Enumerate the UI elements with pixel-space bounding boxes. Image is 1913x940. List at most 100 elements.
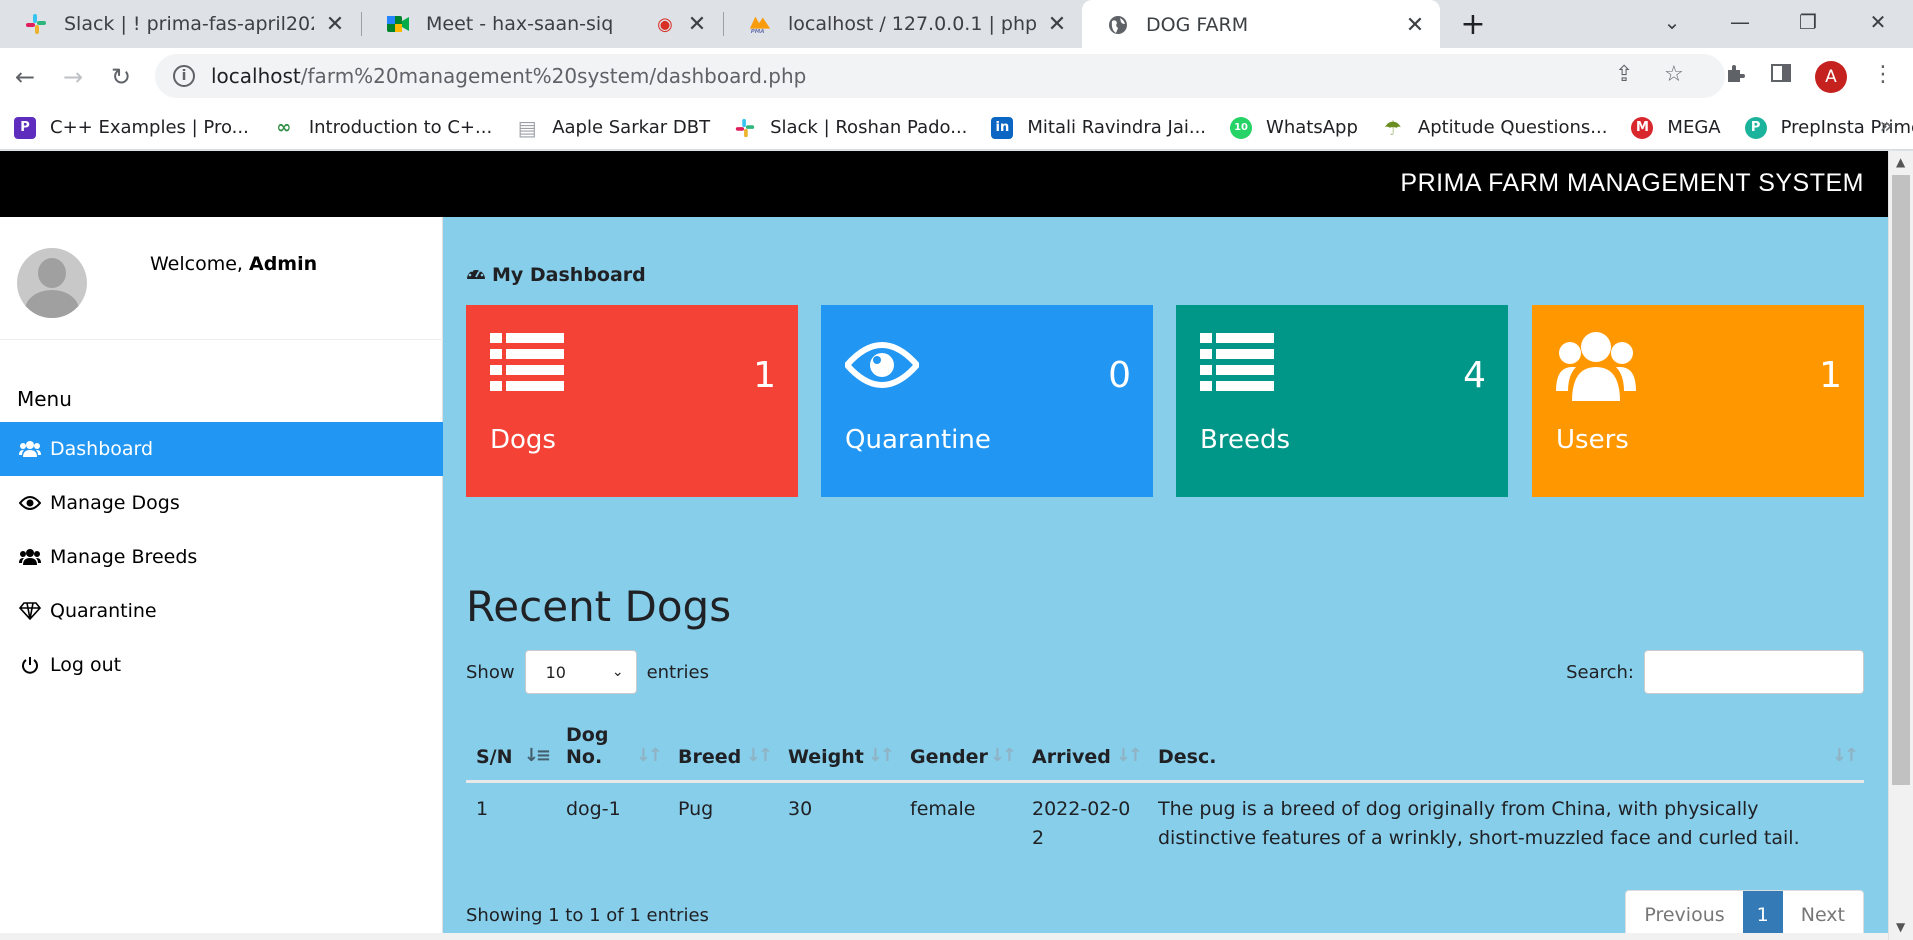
bookmark-item[interactable]: in Mitali Ravindra Jai...	[991, 116, 1206, 139]
vertical-scrollbar[interactable]: ▲ ▼	[1888, 151, 1913, 940]
close-window-button[interactable]: ✕	[1850, 0, 1906, 44]
cell-sn: 1	[476, 797, 489, 820]
table-search: Search:	[1566, 650, 1864, 694]
entries-select[interactable]: 10 ⌄	[524, 650, 637, 694]
sidebar-item-logout[interactable]: Log out	[0, 638, 443, 692]
back-icon[interactable]: ←	[6, 58, 44, 96]
extensions-icon[interactable]	[1724, 62, 1746, 90]
browser-tab-slack[interactable]: Slack | ! prima-fas-april2022 | Prim ✕	[0, 0, 360, 48]
previous-page-button[interactable]: Previous	[1626, 891, 1742, 939]
bookmark-item[interactable]: M MEGA	[1631, 116, 1721, 139]
column-header-arrived[interactable]: Arrived ↓↑	[1022, 707, 1148, 783]
scroll-down-icon[interactable]: ▼	[1896, 920, 1905, 934]
column-header-sn[interactable]: S/N ↓≡	[466, 707, 556, 783]
stat-card-quarantine[interactable]: 0 Quarantine	[821, 305, 1153, 497]
share-icon[interactable]: ⇪	[1615, 62, 1633, 87]
welcome-text: Welcome, Admin	[150, 253, 317, 275]
column-label: Dog No.	[566, 723, 609, 768]
entries-label: entries	[646, 661, 709, 683]
close-tab-icon[interactable]: ✕	[1404, 13, 1426, 38]
browser-tab-phpmyadmin[interactable]: PMA localhost / 127.0.0.1 | phpMyAdmin ✕	[724, 0, 1082, 48]
whatsapp-icon: 10	[1230, 116, 1253, 139]
bookmark-item[interactable]: ▤ Aaple Sarkar DBT	[516, 115, 710, 140]
sidebar-item-quarantine[interactable]: Quarantine	[0, 584, 443, 638]
reload-icon[interactable]: ↻	[102, 58, 140, 96]
tab-title: Slack | ! prima-fas-april2022 | Prim	[64, 13, 314, 35]
sidebar-item-dashboard[interactable]: Dashboard	[0, 422, 443, 476]
stat-card-breeds[interactable]: 4 Breeds	[1176, 305, 1508, 497]
scroll-up-icon[interactable]: ▲	[1896, 155, 1905, 169]
column-header-weight[interactable]: Weight ↓↑	[778, 707, 900, 783]
browser-tab-meet[interactable]: Meet - hax-saan-siq ◉ ✕	[362, 0, 722, 48]
next-page-button[interactable]: Next	[1783, 891, 1863, 939]
sidebar: Welcome, Admin Menu Dashboard Manage Dog…	[0, 217, 443, 940]
new-tab-button[interactable]: +	[1454, 7, 1492, 42]
address-bar[interactable]: i localhost/farm%20management%20system/d…	[155, 54, 1725, 98]
cell-dog-no: dog-1	[566, 797, 621, 820]
sidebar-item-manage-breeds[interactable]: Manage Breeds	[0, 530, 443, 584]
minimize-button[interactable]: —	[1712, 0, 1768, 44]
dashboard-title: My Dashboard	[492, 264, 646, 286]
recording-icon: ◉	[657, 13, 673, 35]
sidebar-item-manage-dogs[interactable]: Manage Dogs	[0, 476, 443, 530]
bookmark-item[interactable]: ∞ Introduction to C+...	[273, 117, 492, 139]
stat-card-dogs[interactable]: 1 Dogs	[466, 305, 798, 497]
forward-icon[interactable]: →	[54, 58, 92, 96]
document-icon: ▤	[517, 115, 537, 140]
sort-icon: ↓↑	[745, 744, 773, 766]
sidebar-nav: Dashboard Manage Dogs Manage Breeds Quar…	[0, 422, 443, 692]
scrollbar-thumb[interactable]	[1892, 175, 1910, 785]
site-info-icon[interactable]: i	[173, 65, 195, 87]
bookmark-item[interactable]: Slack | Roshan Pado...	[734, 117, 967, 139]
eye-icon	[843, 341, 921, 393]
more-menu-icon[interactable]: ⋮	[1872, 62, 1894, 87]
bookmark-item[interactable]: P C++ Examples | Pro...	[14, 116, 249, 139]
column-header-gender[interactable]: Gender ↓↑	[900, 707, 1022, 783]
horizontal-scrollbar[interactable]	[0, 933, 1888, 940]
bookmark-label: C++ Examples | Pro...	[50, 117, 249, 138]
bookmark-label: Aptitude Questions...	[1417, 117, 1608, 138]
tab-search-icon[interactable]: ⌄	[1644, 0, 1700, 44]
tab-title: Meet - hax-saan-siq	[426, 13, 614, 35]
close-tab-icon[interactable]: ✕	[324, 12, 346, 37]
linkedin-icon: in	[991, 116, 1014, 139]
sort-icon: ↓↑	[1115, 744, 1143, 766]
users-icon	[18, 548, 42, 566]
column-header-breed[interactable]: Breed ↓↑	[668, 707, 778, 783]
stat-label: Quarantine	[845, 425, 991, 455]
column-label: S/N	[476, 745, 513, 768]
stat-value: 0	[1108, 355, 1131, 396]
app-header: PRIMA FARM MANAGEMENT SYSTEM	[0, 151, 1888, 217]
page-title: My Dashboard	[466, 264, 646, 286]
eye-icon	[18, 495, 42, 511]
section-title: Recent Dogs	[466, 582, 732, 631]
users-icon	[1556, 329, 1636, 405]
column-label: Weight	[788, 745, 864, 768]
welcome-user: Admin	[249, 253, 318, 275]
bookmarks-overflow-icon[interactable]: »	[1880, 114, 1893, 139]
side-panel-icon[interactable]	[1770, 62, 1792, 90]
bookmark-label: Introduction to C+...	[308, 117, 493, 138]
close-tab-icon[interactable]: ✕	[686, 12, 708, 37]
search-input[interactable]	[1644, 650, 1864, 694]
bookmark-star-icon[interactable]: ☆	[1664, 62, 1684, 87]
main-content: My Dashboard 1 Dogs 0 Quarantine 4 Breed…	[443, 217, 1888, 940]
stat-value: 1	[1819, 355, 1842, 396]
url-host: localhost	[211, 64, 301, 88]
restore-button[interactable]: ❐	[1780, 0, 1836, 44]
column-header-dog-no[interactable]: Dog No. ↓↑	[556, 707, 668, 783]
close-tab-icon[interactable]: ✕	[1046, 12, 1068, 37]
cell-arrived: 2022-02-02	[1032, 797, 1131, 849]
slack-icon	[24, 12, 48, 36]
browser-toolbar: ← → ↻ i localhost/farm%20management%20sy…	[0, 48, 1913, 106]
profile-avatar[interactable]: A	[1815, 61, 1847, 93]
browser-tab-dog-farm[interactable]: DOG FARM ✕	[1082, 0, 1440, 50]
sidebar-item-label: Manage Breeds	[50, 546, 198, 568]
bookmark-item[interactable]: 10 WhatsApp	[1230, 116, 1358, 139]
bookmark-item[interactable]: ☂ Aptitude Questions...	[1382, 116, 1608, 140]
column-header-desc[interactable]: Desc. ↓↑	[1148, 707, 1864, 783]
stat-card-users[interactable]: 1 Users	[1532, 305, 1864, 497]
url-path: /farm%20management%20system/dashboard.ph…	[300, 64, 807, 88]
page-1-button[interactable]: 1	[1742, 891, 1783, 939]
stat-value: 1	[753, 355, 776, 396]
